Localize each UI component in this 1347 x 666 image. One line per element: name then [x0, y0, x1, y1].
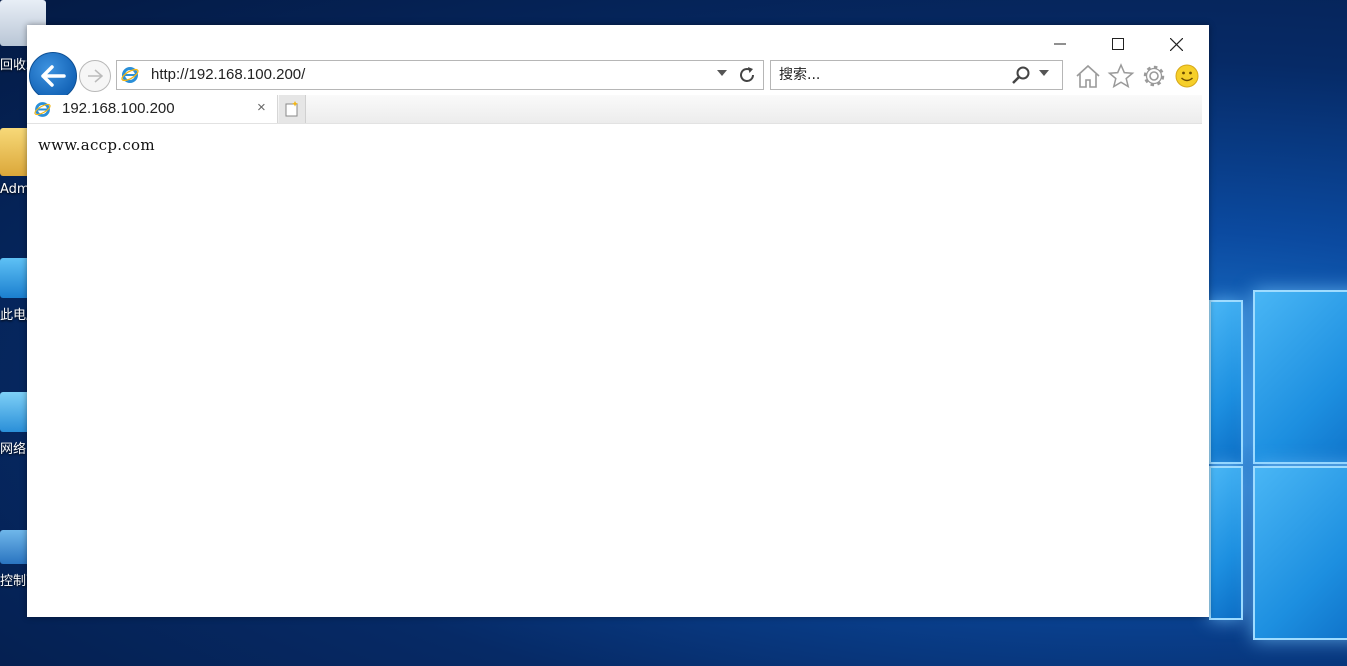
- search-input[interactable]: [779, 65, 999, 85]
- address-bar[interactable]: http://192.168.100.200/: [116, 60, 764, 90]
- favorites-star-icon[interactable]: [1107, 63, 1135, 89]
- tab-title: 192.168.100.200: [62, 100, 175, 117]
- ie-logo-icon: [34, 102, 51, 117]
- new-tab-icon: [285, 101, 298, 117]
- address-url: http://192.168.100.200/: [151, 66, 306, 83]
- new-tab-button[interactable]: [279, 95, 306, 123]
- feedback-smiley-icon[interactable]: [1173, 63, 1201, 89]
- minimize-icon: [1054, 43, 1066, 45]
- forward-button[interactable]: [79, 60, 111, 92]
- back-button[interactable]: [29, 52, 77, 100]
- arrow-right-icon: [88, 69, 104, 83]
- gear-icon[interactable]: [1140, 63, 1168, 89]
- windows-logo-wallpaper: [1205, 280, 1347, 640]
- title-bar: [27, 25, 1209, 61]
- close-icon: [1169, 37, 1183, 51]
- search-box[interactable]: [770, 60, 1063, 90]
- search-icon[interactable]: [1011, 65, 1031, 85]
- arrow-left-icon: [41, 65, 66, 87]
- maximize-icon: [1112, 38, 1124, 50]
- chevron-down-icon[interactable]: [1039, 69, 1049, 77]
- browser-window: http://192.168.100.200/ 搜索... 192.168.10…: [27, 25, 1209, 617]
- refresh-icon[interactable]: [737, 65, 757, 85]
- maximize-button[interactable]: [1095, 31, 1141, 57]
- ie-logo-icon: [121, 67, 139, 83]
- minimize-button[interactable]: [1037, 31, 1083, 57]
- tab-strip: 192.168.100.200 ×: [27, 95, 1202, 124]
- tab-close-button[interactable]: ×: [257, 99, 266, 116]
- home-icon[interactable]: [1074, 63, 1102, 89]
- tab-active[interactable]: 192.168.100.200 ×: [27, 95, 278, 123]
- page-text: www.accp.com: [38, 136, 155, 154]
- page-content: www.accp.com: [27, 124, 1209, 617]
- close-button[interactable]: [1153, 31, 1199, 57]
- chevron-down-icon[interactable]: [717, 69, 727, 77]
